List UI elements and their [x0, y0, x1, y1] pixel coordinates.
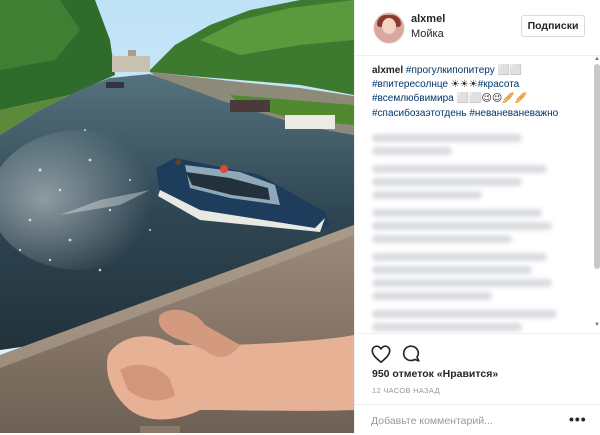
scroll-up-icon[interactable]: ▲ — [594, 56, 600, 62]
hashtag[interactable]: #спасибозаэтотдень — [372, 108, 467, 119]
comment-input[interactable] — [371, 413, 561, 429]
hashtag[interactable]: #красота — [478, 79, 520, 90]
caption-username[interactable]: alxmel — [372, 65, 403, 76]
post-timestamp[interactable]: 12 ЧАСОВ НАЗАД — [372, 386, 440, 395]
blurred-comment — [372, 178, 522, 186]
hashtag[interactable]: #прогулкипопитеру — [406, 65, 495, 76]
blurred-comment — [372, 165, 547, 173]
blurred-comment — [372, 323, 522, 331]
blurred-comment — [372, 222, 552, 230]
emoji-run: ⬜⬜😉😉🥖🥖 — [456, 93, 528, 105]
blurred-comment — [372, 310, 557, 318]
likes-count[interactable]: 950 отметок «Нравится» — [372, 368, 498, 380]
comments-list[interactable]: alxmel #прогулкипопитеру ⬜⬜ #впитересолн… — [355, 56, 600, 333]
scroll-thumb[interactable] — [594, 64, 600, 269]
avatar[interactable] — [373, 12, 405, 44]
hashtag[interactable]: #неваневаневажно — [469, 108, 558, 119]
post-sidebar: alxmel Мойка Подписки alxmel #прогулкипо… — [354, 0, 600, 433]
blurred-comment — [372, 266, 532, 274]
location-link[interactable]: Мойка — [411, 28, 444, 40]
more-options-icon[interactable]: ••• — [569, 411, 587, 427]
username-link[interactable]: alxmel — [411, 13, 445, 25]
emoji-run: ⬜⬜ — [497, 65, 523, 76]
blurred-comment — [372, 147, 452, 155]
blurred-comment — [372, 191, 482, 199]
blurred-comment — [372, 235, 512, 243]
like-button[interactable] — [370, 343, 392, 365]
comments-scrollbar[interactable]: ▲ ▼ — [594, 56, 600, 333]
blurred-comment — [372, 253, 547, 261]
emoji-run: ☀☀☀ — [450, 79, 478, 91]
post-caption: alxmel #прогулкипопитеру ⬜⬜ #впитересолн… — [372, 64, 584, 121]
canal-photo-image — [0, 0, 354, 433]
blurred-comment — [372, 279, 552, 287]
post-photo[interactable] — [0, 0, 354, 433]
blurred-comment — [372, 292, 492, 300]
follow-button[interactable]: Подписки — [521, 15, 585, 37]
heart-icon — [371, 345, 391, 364]
blurred-comments — [372, 134, 577, 333]
comment-button[interactable] — [400, 343, 422, 365]
scroll-down-icon[interactable]: ▼ — [594, 322, 600, 328]
comment-form: ••• — [355, 404, 600, 435]
post-actions: 950 отметок «Нравится» 12 ЧАСОВ НАЗАД ••… — [355, 333, 600, 434]
post-header: alxmel Мойка Подписки — [355, 0, 600, 56]
avatar-face — [382, 18, 396, 34]
hashtag[interactable]: #всемлюбвимира — [372, 93, 454, 104]
blurred-comment — [372, 134, 522, 142]
comment-icon — [402, 345, 420, 362]
blurred-comment — [372, 209, 542, 217]
hashtag[interactable]: #впитересолнце — [372, 79, 448, 90]
